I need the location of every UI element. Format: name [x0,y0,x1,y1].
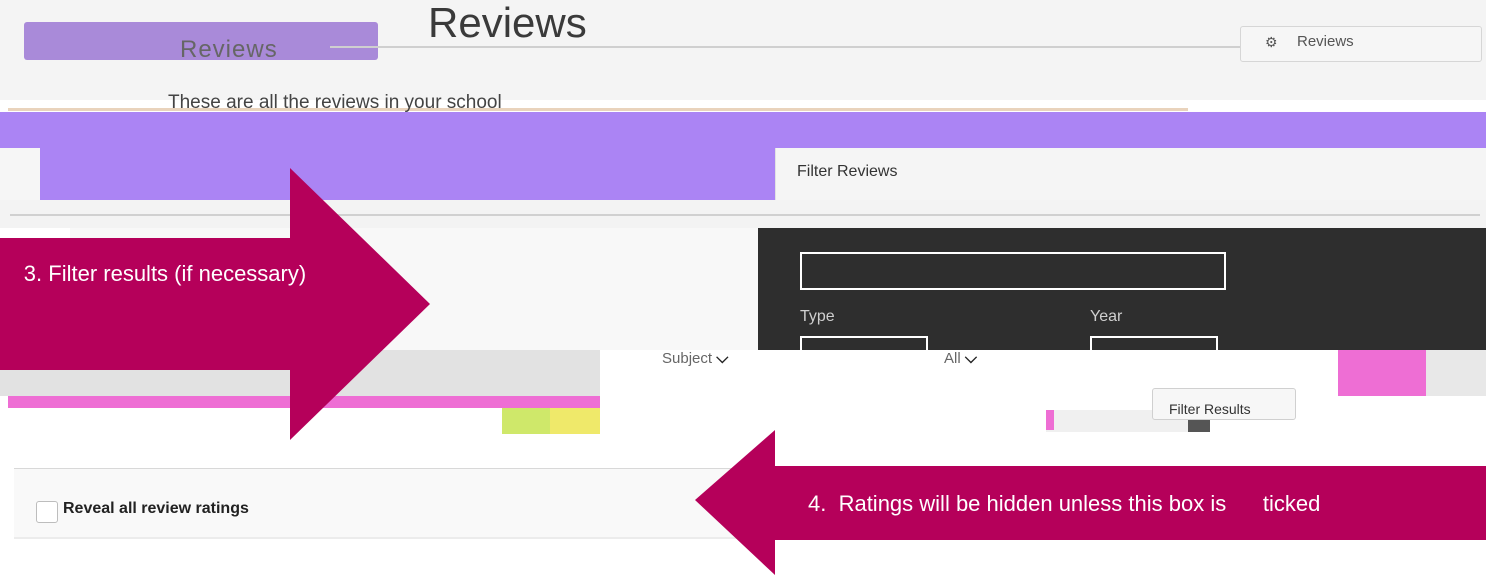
yellow-block [550,408,600,434]
callout-arrow-right [0,168,430,440]
year-value-text: All [944,350,961,367]
type-label: Type [800,308,835,325]
page-title-echo: Reviews [180,36,278,63]
green-block [502,408,550,434]
year-select-value[interactable]: All ⌵ [944,350,977,368]
reviews-settings-label: Reviews [1297,33,1354,50]
accent-band [0,112,1486,148]
pink-marker [1046,410,1054,430]
type-select-value[interactable]: Subject ⌵ [662,350,728,368]
filter-panel-title: Filter Reviews [797,163,898,180]
callout-step-3: 3. Filter results (if necessary) [23,261,307,286]
reveal-ratings-checkbox[interactable] [36,501,58,523]
page-subtitle: These are all the reviews in your school [168,92,502,113]
filter-name-input[interactable] [800,252,1226,290]
page-title: Reviews [428,0,587,46]
chevron-down-icon: ⌵ [716,350,729,367]
callout-step-4: 4. Ratings will be hidden unless this bo… [808,491,1321,516]
filter-results-button[interactable]: Filter Results [1152,388,1296,420]
highlight-block [1338,350,1426,396]
grey-block [1426,350,1486,396]
type-value-text: Subject [662,350,713,367]
filter-results-label: Filter Results [1169,401,1251,417]
reveal-ratings-label[interactable]: Reveal all review ratings [63,500,249,518]
gear-icon: ⚙ [1265,34,1278,50]
year-label: Year [1090,308,1123,325]
reviews-settings-button[interactable]: ⚙ Reviews [1240,26,1482,62]
chevron-down-icon: ⌵ [964,350,977,367]
